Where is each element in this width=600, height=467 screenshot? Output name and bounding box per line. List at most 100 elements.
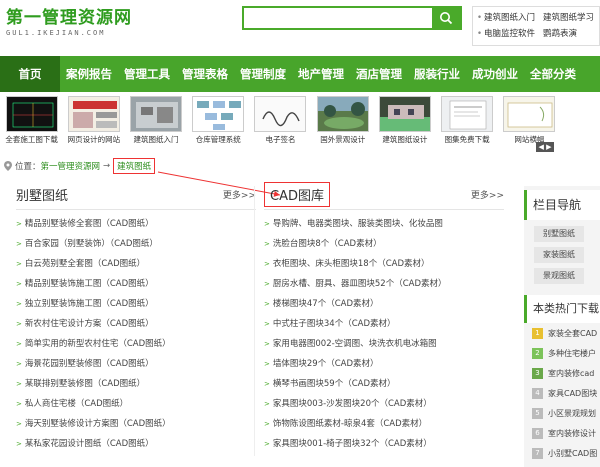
thumbnail-caption[interactable]: 全套施工图下载 (1, 134, 62, 146)
nav-item[interactable]: 地产管理 (292, 56, 350, 92)
nav-item[interactable]: 案例报告 (60, 56, 118, 92)
thumbnail-card[interactable]: 国外景观设计 (312, 96, 373, 148)
ranked-item[interactable]: 4 家具CAD图块 (532, 383, 600, 403)
thumbnail-card[interactable]: 图集免费下载 (437, 96, 498, 148)
thumbnail-image[interactable] (130, 96, 183, 132)
ranked-item[interactable]: 1 家装全套CAD (532, 323, 600, 343)
list-item[interactable]: > 海天别墅装修设计方案图（CAD图纸） (16, 414, 256, 434)
list-item[interactable]: > 精品别墅装修全套图（CAD图纸） (16, 214, 256, 234)
thumbnail-caption[interactable]: 电子签名 (250, 134, 311, 146)
category-tag[interactable]: 景观图纸 (534, 268, 584, 284)
breadcrumb-home[interactable]: 第一管理资源网 (41, 160, 101, 172)
thumbnail-card[interactable]: 网页设计的网站 (63, 96, 124, 148)
list-item[interactable]: > 中式柱子图块34个（CAD素材） (264, 314, 504, 334)
nav-home[interactable]: 首页 (0, 56, 60, 92)
list-item[interactable]: > 海景花园别墅装修图（CAD图纸） (16, 354, 256, 374)
list-item[interactable]: > 横琴书画图块59个（CAD素材） (264, 374, 504, 394)
main-nav: 首页 案例报告 管理工具 管理表格 管理制度 地产管理 酒店管理 服装行业 成功… (0, 56, 600, 92)
nav-item[interactable]: 管理工具 (118, 56, 176, 92)
hot-downloads-list: 1 家装全套CAD 2 多种住宅楼户 3 室内装修cad 4 家具CAD图块 5 小区景观… (524, 323, 600, 463)
list-item[interactable]: > 百合家园（别墅装饰）（CAD图纸） (16, 234, 256, 254)
category-tag[interactable]: 家装图纸 (534, 247, 584, 263)
list-item[interactable]: > 导购牌、电器类图块、服装类图块、化妆品图 (264, 214, 504, 234)
cad-library-section: CAD图库 更多>> > 导购牌、电器类图块、服装类图块、化妆品图 > 洗脸台图块8… (264, 180, 504, 454)
search-button[interactable] (432, 8, 460, 28)
list-item[interactable]: > 某联排别墅装修图（CAD图纸） (16, 374, 256, 394)
thumbnail-caption[interactable]: 建筑图纸入门 (125, 134, 186, 146)
nav-item[interactable]: 服装行业 (408, 56, 466, 92)
thumbnail-card[interactable]: 建筑图纸设计 (374, 96, 435, 148)
thumbnail-image[interactable] (67, 96, 120, 132)
thumbnail-image[interactable] (378, 96, 431, 132)
hot-link[interactable]: • 电脑监控软件 (477, 26, 535, 42)
list-item[interactable]: > 家用电器图002-空调图、块洗衣机电冰箱图 (264, 334, 504, 354)
nav-item[interactable]: 酒店管理 (350, 56, 408, 92)
hot-link[interactable]: 建筑图纸学习 (543, 10, 594, 26)
hot-link[interactable]: • 建筑图纸入门 (477, 10, 535, 26)
rank-badge: 2 (532, 347, 543, 359)
breadcrumb: 位置： 第一管理资源网 → 建筑图纸 (4, 158, 156, 174)
list-item[interactable]: > 简单实用的新型农村住宅（CAD图纸） (16, 334, 256, 354)
list-item[interactable]: > 精品别墅装饰施工图（CAD图纸） (16, 274, 256, 294)
ranked-item[interactable]: 6 室内装修设计 (532, 423, 600, 443)
nav-item[interactable]: 管理制度 (234, 56, 292, 92)
search-icon (440, 12, 453, 25)
ranked-item[interactable]: 3 室内装修cad (532, 363, 600, 383)
article-list: > 精品别墅装修全套图（CAD图纸） > 百合家园（别墅装饰）（CAD图纸） > 白云… (16, 214, 256, 454)
thumbnail-card[interactable]: 网站横幅 (499, 96, 560, 148)
section-header: 别墅图纸 更多>> (16, 180, 256, 210)
list-item[interactable]: > 墙体图块29个（CAD素材） (264, 354, 504, 374)
list-item[interactable]: > 洗脸台图块8个（CAD素材） (264, 234, 504, 254)
thumbnail-image[interactable] (254, 96, 307, 132)
nav-item[interactable]: 管理表格 (176, 56, 234, 92)
thumbnail-card[interactable]: 电子签名 (250, 96, 311, 148)
more-link[interactable]: 更多>> (471, 188, 504, 201)
hot-links: • 建筑图纸入门 建筑图纸学习 • 电脑监控软件 鹦鹉表演 (472, 6, 600, 46)
site-name[interactable]: 第一管理资源网 (6, 8, 132, 28)
thumbnail-card[interactable]: 全套施工图下载 (1, 96, 62, 148)
list-item[interactable]: > 新农村住宅设计方案（CAD图纸） (16, 314, 256, 334)
thumbnail-nav-arrows[interactable]: ◀ ▶ (536, 142, 554, 152)
breadcrumb-current[interactable]: 建筑图纸 (113, 158, 156, 174)
ranked-item[interactable]: 5 小区景观规划 (532, 403, 600, 423)
section-title[interactable]: 别墅图纸 (16, 185, 68, 204)
ranked-item[interactable]: 7 小别墅CAD图 (532, 443, 600, 463)
list-item[interactable]: > 饰物陈设图纸素材-晾泉4套（CAD素材） (264, 414, 504, 434)
list-item[interactable]: > 某私家花园设计图纸（CAD图纸） (16, 434, 256, 454)
nav-item[interactable]: 成功创业 (466, 56, 524, 92)
thumbnail-image[interactable] (316, 96, 369, 132)
more-link[interactable]: 更多>> (223, 188, 256, 201)
list-item[interactable]: > 家具图块001-椅子图块32个（CAD素材） (264, 434, 504, 454)
category-tag[interactable]: 别墅图纸 (534, 226, 584, 242)
list-item[interactable]: > 私人商住宅楼（CAD图纸） (16, 394, 256, 414)
thumbnail-caption[interactable]: 建筑图纸设计 (374, 134, 435, 146)
list-item[interactable]: > 楼梯图块47个（CAD素材） (264, 294, 504, 314)
thumbnail-caption[interactable]: 图集免费下载 (437, 134, 498, 146)
ranked-item[interactable]: 2 多种住宅楼户 (532, 343, 600, 363)
nav-item[interactable]: 全部分类 (524, 56, 582, 92)
list-item[interactable]: > 白云苑别墅全套图（CAD图纸） (16, 254, 256, 274)
thumbnail-caption[interactable]: 网页设计的网站 (63, 134, 124, 146)
thumbnail-caption[interactable]: 仓库管理系统 (188, 134, 249, 146)
search-box (242, 6, 462, 30)
site-logo[interactable]: 第一管理资源网 GUL1.IKEJIAN.COM (6, 8, 132, 38)
thumbnail-image[interactable] (441, 96, 494, 132)
location-pin-icon (4, 161, 12, 171)
section-title[interactable]: CAD图库 (264, 182, 330, 207)
thumbnail-caption[interactable]: 国外景观设计 (312, 134, 373, 146)
breadcrumb-label: 位置： (15, 162, 41, 172)
hot-link[interactable]: 鹦鹉表演 (543, 26, 577, 42)
list-item[interactable]: > 衣柜图块、床头柜图块18个（CAD素材） (264, 254, 504, 274)
header: 第一管理资源网 GUL1.IKEJIAN.COM • 建筑图纸入门 建筑图纸学习 … (0, 0, 600, 56)
thumbnail-image[interactable] (503, 96, 556, 132)
thumbnail-strip: 全套施工图下载 网页设计的网站 建筑图纸入门 仓库管理系统 电子签名 国外景观设… (0, 96, 560, 148)
thumbnail-card[interactable]: 仓库管理系统 (188, 96, 249, 148)
thumbnail-image[interactable] (192, 96, 245, 132)
thumbnail-image[interactable] (5, 96, 58, 132)
list-item[interactable]: > 家具图块003-沙发图块20个（CAD素材） (264, 394, 504, 414)
list-item[interactable]: > 独立别墅装饰施工图（CAD图纸） (16, 294, 256, 314)
thumbnail-card[interactable]: 建筑图纸入门 (125, 96, 186, 148)
list-item[interactable]: > 厨房水槽、厨具、器皿图块52个（CAD素材） (264, 274, 504, 294)
search-input[interactable] (244, 8, 432, 28)
right-sidebar: 栏目导航 别墅图纸 家装图纸 景观图纸 本类热门下载 1 家装全套CAD 2 多种住… (524, 186, 600, 467)
